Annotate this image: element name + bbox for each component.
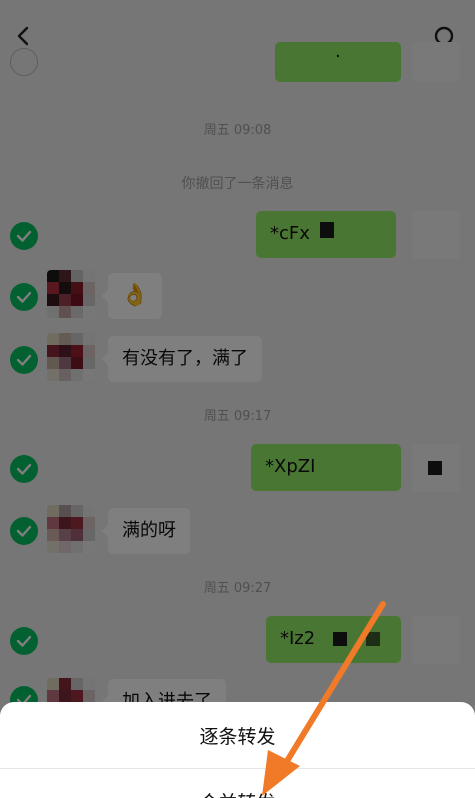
back-arrow-icon[interactable] [10,22,38,50]
sheet-divider [0,768,475,769]
blur-mark-4 [366,632,380,646]
incoming-text-3: 满的呀 [122,520,176,541]
my-avatar-1 [412,211,460,259]
contact-avatar-2[interactable] [47,333,95,381]
blur-mark [320,222,334,238]
outgoing-text-2: *XpZI [265,456,316,477]
incoming-bubble-3[interactable]: 满的呀 [102,508,190,554]
outgoing-text-1: *cFx [270,223,310,244]
outgoing-text-3: *Iz2 [280,628,316,649]
forward-one-by-one-option[interactable]: 逐条转发 [0,722,475,749]
incoming-text-2: 有没有了，满了 [122,348,248,369]
top-bar [0,0,475,60]
forward-action-sheet: 逐条转发 合并转发 [0,702,475,798]
partial-check-circle[interactable] [10,48,38,76]
timestamp-1: 周五 09:08 [203,123,272,138]
select-check-4[interactable] [10,455,38,483]
recall-notice: 你撤回了一条消息 [181,176,294,192]
select-check-3[interactable] [10,346,38,374]
timestamp-2: 周五 09:17 [203,409,272,424]
ok-hand-emoji: 👌 [121,283,149,308]
select-check-1[interactable] [10,222,38,250]
outgoing-bubble-2[interactable]: *XpZI [251,444,401,491]
select-check-5[interactable] [10,517,38,545]
forward-merged-option[interactable]: 合并转发 [0,788,475,798]
partial-outgoing-bubble[interactable]: · [275,42,401,82]
incoming-bubble-emoji[interactable]: 👌 [102,273,162,319]
blur-mark-3 [333,632,347,646]
chat-screen: · 周五 09:08 你撤回了一条消息 *cFx 👌 有没有了，满了 周五 09… [0,0,475,798]
contact-avatar-1[interactable] [47,270,95,318]
my-avatar-partial [412,42,460,82]
blur-mark-2 [428,461,442,475]
select-check-6[interactable] [10,627,38,655]
select-check-2[interactable] [10,283,38,311]
my-avatar-3 [412,616,460,664]
contact-avatar-3[interactable] [47,505,95,553]
incoming-bubble-2[interactable]: 有没有了，满了 [102,336,262,382]
timestamp-3: 周五 09:27 [203,581,272,596]
